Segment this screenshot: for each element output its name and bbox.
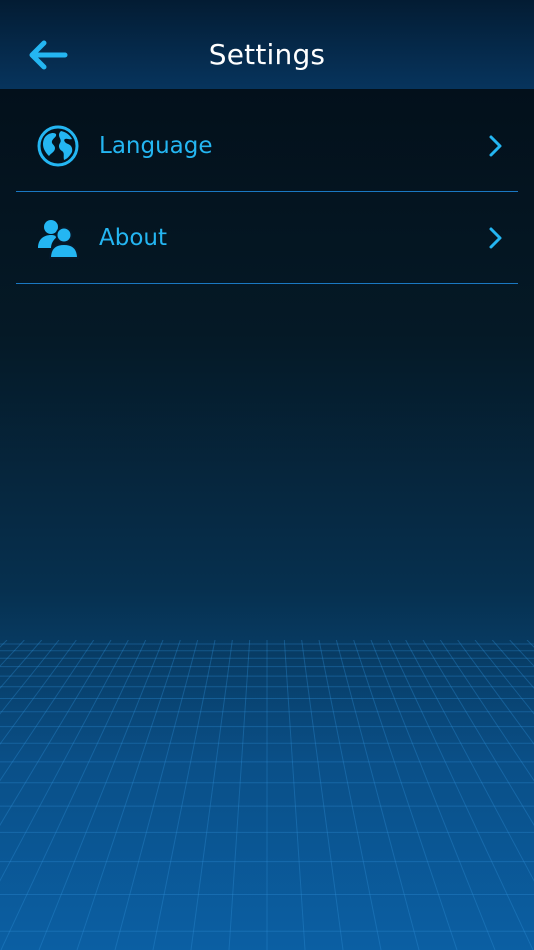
background-grid <box>0 640 534 950</box>
menu-item-label: About <box>99 224 168 251</box>
menu-item-about[interactable]: About <box>16 192 518 284</box>
chevron-right-icon <box>486 133 506 159</box>
top-app-bar: Settings <box>0 0 534 89</box>
users-icon <box>36 216 80 260</box>
menu-item-label: Language <box>99 132 213 159</box>
page-title: Settings <box>208 38 326 71</box>
globe-icon <box>36 124 80 168</box>
grid-floor-graphic <box>0 640 534 950</box>
chevron-right-icon <box>486 225 506 251</box>
menu-item-language[interactable]: Language <box>16 100 518 192</box>
settings-menu: Language About <box>16 100 518 284</box>
